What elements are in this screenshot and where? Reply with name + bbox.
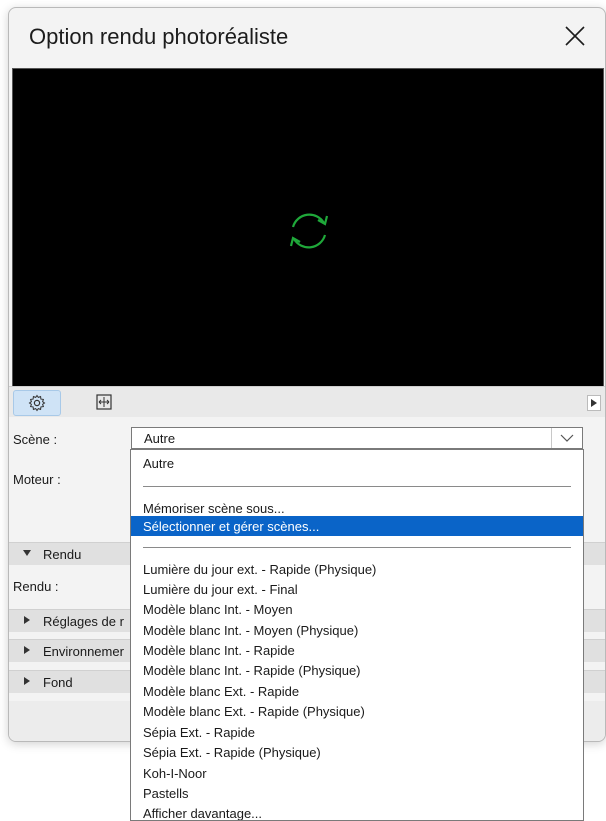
preview-toolbar — [9, 386, 605, 417]
expand-arrow-icon — [24, 646, 30, 654]
render-preview — [12, 68, 604, 388]
scene-label: Scène : — [13, 432, 58, 447]
dropdown-item-label: Mémoriser scène sous... — [143, 501, 285, 516]
dropdown-item-label: Modèle blanc Ext. - Rapide — [143, 684, 300, 699]
dropdown-item-label: Modèle blanc Int. - Rapide — [143, 643, 295, 658]
gear-icon — [28, 394, 46, 412]
dropdown-item-show-more[interactable]: Afficher davantage... — [131, 803, 583, 821]
toolbar-scroll-right[interactable] — [587, 395, 601, 411]
dropdown-item-scene-preset[interactable]: Lumière du jour ext. - Rapide (Physique) — [131, 559, 583, 579]
dropdown-item-label: Sépia Ext. - Rapide — [143, 725, 256, 740]
scene-select-value: Autre — [144, 431, 176, 446]
expand-arrow-icon — [24, 616, 30, 624]
section-rendu-label: Rendu — [43, 547, 82, 562]
dropdown-item-autre[interactable]: Autre — [131, 453, 583, 473]
dropdown-item-label: Sépia Ext. - Rapide (Physique) — [143, 745, 321, 760]
expand-arrow-icon — [24, 677, 30, 685]
collapse-arrow-icon — [23, 550, 31, 556]
dialog-title: Option rendu photoréaliste — [29, 24, 289, 49]
dropdown-separator — [143, 486, 571, 487]
close-button[interactable] — [547, 8, 605, 66]
dropdown-item-scene-preset[interactable]: Modèle blanc Int. - Moyen — [131, 599, 583, 619]
dropdown-item-label: Koh-I-Noor — [143, 766, 207, 781]
frame-size-icon — [96, 394, 112, 410]
dropdown-item-label: Lumière du jour ext. - Final — [143, 582, 298, 597]
dropdown-item-label: Sélectionner et gérer scènes... — [143, 519, 320, 534]
settings-tab-button[interactable] — [13, 390, 61, 416]
chevron-down-icon — [560, 434, 574, 442]
dropdown-separator — [143, 547, 571, 548]
section-reglages-label: Réglages de r — [43, 614, 124, 629]
dropdown-item-label: Pastells — [143, 786, 189, 801]
dropdown-item-memoriser[interactable]: Mémoriser scène sous... — [131, 498, 583, 518]
size-tab-button[interactable] — [81, 390, 127, 414]
dropdown-item-label: Lumière du jour ext. - Rapide (Physique) — [143, 562, 377, 577]
scene-dropdown-list: Autre Mémoriser scène sous... Sélectionn… — [130, 449, 584, 821]
dropdown-item-scene-preset[interactable]: Pastells — [131, 783, 583, 803]
dropdown-item-label: Autre — [143, 456, 175, 471]
render-label: Rendu : — [13, 579, 59, 594]
dropdown-item-label: Afficher davantage... — [143, 806, 263, 821]
close-icon — [565, 26, 585, 46]
dropdown-item-label: Modèle blanc Int. - Rapide (Physique) — [143, 663, 361, 678]
chevron-right-icon — [591, 399, 597, 407]
scene-select[interactable]: Autre — [131, 427, 583, 449]
dropdown-item-scene-preset[interactable]: Koh-I-Noor — [131, 763, 583, 783]
dropdown-item-label: Modèle blanc Ext. - Rapide (Physique) — [143, 704, 365, 719]
dropdown-item-selectionner[interactable]: Sélectionner et gérer scènes... — [131, 516, 583, 536]
scene-select-dropdown-button[interactable] — [551, 428, 582, 448]
title-bar: Option rendu photoréaliste — [9, 8, 605, 66]
dropdown-item-scene-preset[interactable]: Modèle blanc Int. - Moyen (Physique) — [131, 620, 583, 640]
section-fond-label: Fond — [43, 675, 73, 690]
refresh-icon — [289, 213, 329, 249]
dropdown-item-scene-preset[interactable]: Modèle blanc Int. - Rapide (Physique) — [131, 660, 583, 680]
section-environnement-label: Environnemer — [43, 644, 124, 659]
dropdown-item-scene-preset[interactable]: Modèle blanc Int. - Rapide — [131, 640, 583, 660]
engine-label: Moteur : — [13, 472, 61, 487]
dropdown-item-scene-preset[interactable]: Sépia Ext. - Rapide (Physique) — [131, 742, 583, 762]
dropdown-item-label: Modèle blanc Int. - Moyen — [143, 602, 293, 617]
dropdown-item-scene-preset[interactable]: Sépia Ext. - Rapide — [131, 722, 583, 742]
dropdown-item-label: Modèle blanc Int. - Moyen (Physique) — [143, 623, 359, 638]
dropdown-item-scene-preset[interactable]: Modèle blanc Ext. - Rapide (Physique) — [131, 701, 583, 721]
dropdown-item-scene-preset[interactable]: Modèle blanc Ext. - Rapide — [131, 681, 583, 701]
dropdown-item-scene-preset[interactable]: Lumière du jour ext. - Final — [131, 579, 583, 599]
